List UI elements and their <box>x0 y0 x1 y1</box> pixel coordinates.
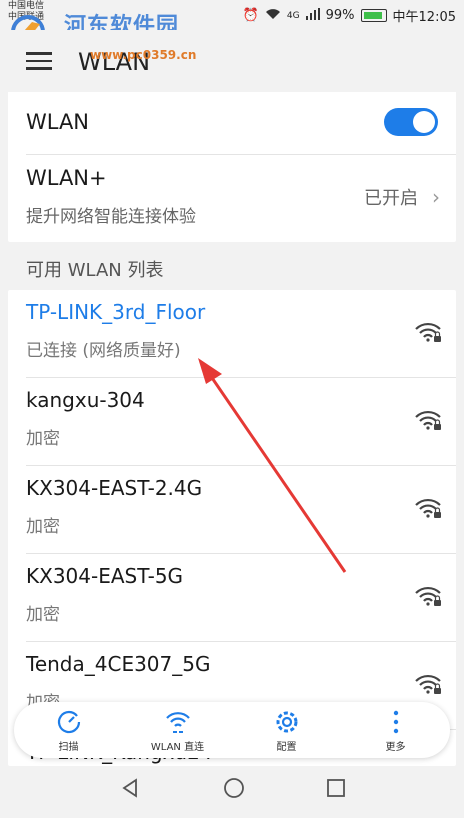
network-item[interactable]: TP-LINK_3rd_Floor 已连接 (网络质量好) <box>8 290 456 378</box>
wlan-settings-card: WLAN WLAN+ 提升网络智能连接体验 已开启 › <box>8 92 456 242</box>
divider <box>26 154 456 155</box>
network-name: KX304-EAST-5G <box>26 564 184 588</box>
scan-label: 扫描 <box>58 742 79 753</box>
wlan-plus-label: WLAN+ <box>26 166 107 190</box>
alarm-icon: ⏰ <box>242 8 259 23</box>
network-name: KX304-EAST-2.4G <box>26 476 203 500</box>
watermark-url: www.pc0359.cn <box>90 48 197 62</box>
network-name: kangxu-304 <box>26 388 145 412</box>
wifi-locked-icon <box>415 322 441 342</box>
recents-icon[interactable] <box>324 776 348 800</box>
wlan-direct-button[interactable]: WLAN 直连 <box>123 702 232 758</box>
bottom-action-bar: 扫描 WLAN 直连 配置 更多 <box>14 702 450 758</box>
more-button[interactable]: 更多 <box>341 702 450 758</box>
status-icons: ⏰ 4G 99% 中午12:05 <box>243 6 456 25</box>
wifi-direct-icon <box>165 712 190 733</box>
wifi-status-icon <box>265 8 281 24</box>
network-name: Tenda_4CE307_5G <box>26 652 211 676</box>
battery-icon <box>360 9 387 22</box>
wlan-plus-status: 已开启 <box>364 188 418 209</box>
wlan-toggle-switch[interactable] <box>384 108 438 136</box>
configure-button[interactable]: 配置 <box>232 702 341 758</box>
available-networks-heading: 可用 WLAN 列表 <box>26 260 164 281</box>
scan-button[interactable]: 扫描 <box>14 702 123 758</box>
network-status: 加密 <box>26 517 60 537</box>
network-item[interactable]: kangxu-304 加密 <box>8 378 456 466</box>
signal-icon <box>305 7 320 24</box>
battery-percent: 99% <box>325 8 355 23</box>
wifi-locked-icon <box>415 674 441 694</box>
wifi-locked-icon <box>415 586 441 606</box>
chevron-right-icon: › <box>432 185 440 209</box>
system-nav-bar <box>0 766 464 809</box>
network-status: 加密 <box>26 605 60 625</box>
gear-icon <box>276 711 297 733</box>
refresh-icon <box>57 710 80 734</box>
more-icon <box>393 710 398 734</box>
network-status: 已连接 (网络质量好) <box>26 341 181 361</box>
configure-label: 配置 <box>276 742 297 753</box>
home-icon[interactable] <box>222 776 246 800</box>
wifi-locked-icon <box>415 498 441 518</box>
network-type-label: 4G <box>286 10 300 21</box>
more-label: 更多 <box>385 742 406 753</box>
back-icon[interactable] <box>118 776 142 800</box>
menu-icon[interactable] <box>26 52 52 72</box>
network-item[interactable]: KX304-EAST-2.4G 加密 <box>8 466 456 554</box>
wlan-toggle-label: WLAN <box>26 110 90 134</box>
clock: 中午12:05 <box>392 10 456 25</box>
wlan-plus-subtitle: 提升网络智能连接体验 <box>26 207 196 227</box>
wifi-locked-icon <box>415 410 441 430</box>
network-list: TP-LINK_3rd_Floor 已连接 (网络质量好) kangxu-304… <box>8 290 456 766</box>
wlan-direct-label: WLAN 直连 <box>150 742 205 753</box>
carrier-line-1: 中国电信 <box>8 1 45 11</box>
network-name: TP-LINK_3rd_Floor <box>26 300 206 324</box>
network-status: 加密 <box>26 429 60 449</box>
network-item[interactable]: KX304-EAST-5G 加密 <box>8 554 456 642</box>
app-header: WLAN <box>0 30 464 92</box>
